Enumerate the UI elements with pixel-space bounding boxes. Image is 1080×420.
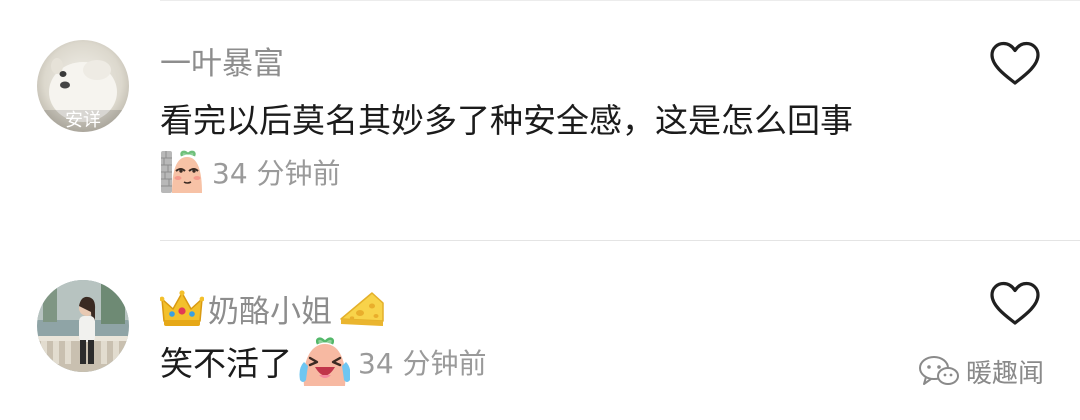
cheese-icon xyxy=(338,289,386,335)
woman-photo-avatar-image xyxy=(37,280,129,372)
peeking-peanut-sticker-icon xyxy=(160,149,204,199)
heart-outline-icon xyxy=(990,281,1040,325)
watermark-text: 暖趣闻 xyxy=(966,359,1045,389)
heart-outline-icon xyxy=(990,41,1040,85)
like-button[interactable] xyxy=(988,280,1042,328)
comment-text: 看完以后莫名其妙多了种安全感，这是怎么回事 xyxy=(160,101,853,140)
avatar-caption: 安详 xyxy=(65,110,101,131)
like-button[interactable] xyxy=(988,40,1042,88)
comment-divider xyxy=(160,240,1080,241)
username[interactable]: 一叶暴富 xyxy=(160,49,284,80)
username: 奶酪小姐 xyxy=(208,293,332,330)
avatar[interactable]: 安详 xyxy=(37,40,129,132)
avatar[interactable] xyxy=(37,280,129,372)
username-row[interactable]: 奶酪小姐 xyxy=(159,289,386,335)
comment-meta: 34 分钟前 xyxy=(160,150,341,198)
dog-avatar-image: 安详 xyxy=(37,40,129,132)
crown-icon xyxy=(159,289,205,335)
comment-text: 笑不活了 xyxy=(160,344,292,383)
comment-meta: 34 分钟前 xyxy=(298,336,487,392)
timestamp: 34 分钟前 xyxy=(358,347,487,380)
timestamp: 34 分钟前 xyxy=(212,157,341,190)
crying-laughing-peanut-sticker-icon xyxy=(298,336,351,392)
comment-item: 安详 一叶暴富 看完以后莫名其妙多了种安全感，这是怎么回事 34 分钟前 xyxy=(0,0,1080,240)
wechat-official-account-icon xyxy=(918,354,960,394)
watermark: 暖趣闻 xyxy=(918,354,1044,394)
